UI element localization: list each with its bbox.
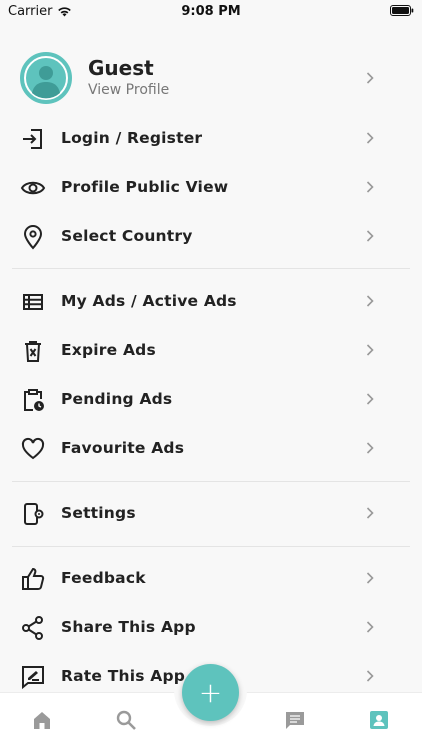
menu-label-login: Login / Register — [61, 129, 203, 147]
chat-icon[interactable] — [284, 709, 306, 731]
menu-item-feedback[interactable]: Feedback — [0, 554, 422, 603]
chevron-right-icon — [366, 507, 374, 519]
menu-item-settings[interactable]: Settings — [0, 489, 422, 538]
menu-label-country: Select Country — [61, 227, 193, 245]
divider — [12, 481, 410, 482]
plus-icon: + — [198, 676, 223, 709]
menu-item-expire-ads[interactable]: Expire Ads — [0, 326, 422, 375]
list-icon — [23, 294, 43, 310]
battery-icon — [390, 5, 414, 16]
chevron-right-icon — [366, 132, 374, 144]
chevron-right-icon — [366, 442, 374, 454]
menu-item-my-ads[interactable]: My Ads / Active Ads — [0, 277, 422, 326]
menu-label-rate: Rate This App — [61, 667, 186, 685]
menu-label-pending-ads: Pending Ads — [61, 390, 173, 408]
add-ad-button[interactable]: + — [182, 664, 239, 721]
thumbs-up-icon — [22, 567, 45, 590]
chevron-right-icon — [366, 572, 374, 584]
menu-label-my-ads: My Ads / Active Ads — [61, 292, 237, 310]
rate-review-icon — [22, 666, 44, 690]
chevron-right-icon — [366, 230, 374, 242]
menu-item-login[interactable]: Login / Register — [0, 114, 422, 163]
avatar-person-icon — [24, 56, 68, 100]
home-icon[interactable] — [31, 709, 53, 731]
menu-label-favourite-ads: Favourite Ads — [61, 439, 185, 457]
divider — [12, 268, 410, 269]
chevron-right-icon — [366, 344, 374, 356]
view-profile-link[interactable]: View Profile — [88, 82, 169, 98]
login-icon — [23, 129, 42, 149]
chevron-right-icon — [366, 670, 374, 682]
menu-item-pending-ads[interactable]: Pending Ads — [0, 375, 422, 424]
divider — [12, 546, 410, 547]
menu-item-public-view[interactable]: Profile Public View — [0, 163, 422, 212]
trash-icon — [25, 341, 41, 362]
chevron-right-icon — [366, 181, 374, 193]
eye-icon — [20, 181, 46, 195]
avatar — [20, 52, 72, 104]
chevron-right-icon — [366, 393, 374, 405]
menu-label-public-view: Profile Public View — [61, 178, 229, 196]
menu-label-share: Share This App — [61, 618, 196, 636]
profile-name: Guest — [88, 56, 154, 80]
search-icon[interactable] — [115, 709, 137, 731]
status-time: 9:08 PM — [181, 4, 241, 19]
heart-icon — [21, 437, 45, 460]
clipboard-clock-icon — [24, 389, 44, 411]
location-pin-icon — [23, 225, 43, 250]
menu-label-feedback: Feedback — [61, 569, 146, 587]
chevron-right-icon — [366, 295, 374, 307]
share-icon — [22, 616, 43, 640]
status-bar: Carrier 9:08 PM — [0, 0, 422, 22]
profile-row[interactable]: Guest View Profile — [0, 40, 422, 116]
menu-item-favourite-ads[interactable]: Favourite Ads — [0, 424, 422, 473]
menu-label-settings: Settings — [61, 504, 136, 522]
chevron-right-icon — [366, 72, 374, 84]
profile-icon[interactable] — [368, 709, 390, 731]
phone-settings-icon — [24, 503, 44, 525]
menu-item-share[interactable]: Share This App — [0, 603, 422, 652]
chevron-right-icon — [366, 621, 374, 633]
menu-label-expire-ads: Expire Ads — [61, 341, 156, 359]
menu-item-country[interactable]: Select Country — [0, 212, 422, 261]
